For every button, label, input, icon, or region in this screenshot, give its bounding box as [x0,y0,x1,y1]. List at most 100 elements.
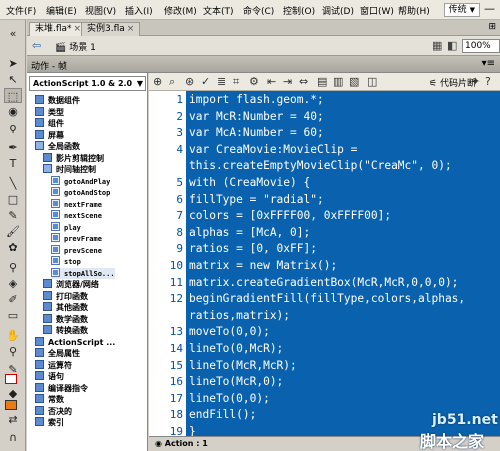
code-snippets-button[interactable]: ⚟ 代码片断 [429,76,476,89]
menu-commands[interactable]: 命令(C) [243,4,274,17]
code-line[interactable]: moveTo(0,0); [189,325,270,338]
subselection-tool-icon[interactable]: ↖ [4,72,22,87]
tab-doc-1[interactable]: 末堆.fla* × [29,22,88,36]
eyedropper-tool-icon[interactable]: ✐ [4,292,22,307]
tree-category-item[interactable]: 打印函数 [43,290,88,302]
bone-tool-icon[interactable]: ⚲ [4,260,22,275]
minimize-icon[interactable]: — [484,2,495,15]
expand-all-icon[interactable]: ⇔ [299,75,308,88]
menu-text[interactable]: 文本(T) [203,4,234,17]
tree-category-item[interactable]: 常数 [35,394,64,405]
text-tool-icon[interactable]: T [4,156,22,171]
actionscript-version-select[interactable]: ActionScript 1.0 & 2.0 ▼ [29,76,146,91]
code-line[interactable]: this.createEmptyMovieClip("CreaMc", 0); [189,159,452,172]
code-line[interactable]: var McA:Number = 60; [189,126,324,139]
tree-category-item[interactable]: 数学函数 [43,313,88,325]
auto-format-icon[interactable]: ≣ [217,75,226,88]
code-line[interactable]: ratios,matrix); [189,309,290,322]
insert-target-path-icon[interactable]: ⊛ [185,75,194,88]
fill-color-icon[interactable]: ◆ [4,386,22,401]
tree-category-item[interactable]: 其他函数 [43,302,88,313]
code-line[interactable]: lineTo(McR,0); [189,375,283,388]
code-line[interactable]: import flash.geom.*; [189,93,324,106]
tree-category-item[interactable]: 类型 [35,106,64,118]
eraser-tool-icon[interactable]: ▭ [4,308,22,323]
3d-rotation-tool-icon[interactable]: ◉ [4,104,22,119]
tree-function-item[interactable]: stop [51,256,81,267]
tree-category-item[interactable]: 全局函数 [35,141,80,152]
swap-colors-icon[interactable]: ⇄ [4,412,22,427]
collapse-selection-icon[interactable]: ⇥ [283,75,292,88]
code-editor[interactable]: import flash.geom.*; var McR:Number = 40;… [186,91,500,436]
code-line[interactable]: beginGradientFill(fillType,colors,alphas… [189,292,465,305]
edit-symbols-icon[interactable]: ◧ [447,39,457,52]
pencil-tool-icon[interactable]: ✎ [4,208,22,223]
code-line[interactable]: matrix = new Matrix(); [189,259,337,272]
add-item-icon[interactable]: ⊕ [153,75,162,88]
code-line[interactable]: lineTo(0,McR); [189,342,283,355]
free-transform-tool-icon[interactable]: ⬚ [4,88,22,103]
code-line[interactable]: var McR:Number = 40; [189,110,324,123]
edit-scene-icon[interactable]: ▦ [432,39,442,52]
close-icon[interactable]: × [127,24,135,34]
code-line[interactable]: alphas = [McA, 0]; [189,226,310,239]
scene-breadcrumb[interactable]: 🎬 场景 1 [55,40,96,53]
tab-doc-2[interactable]: 实例3.fla × [81,22,141,36]
tree-function-item[interactable]: nextScene [51,210,102,221]
tree-function-item[interactable]: nextFrame [51,198,102,210]
tree-category-item[interactable]: 屏幕 [35,129,64,141]
tree-category-item[interactable]: 索引 [35,417,64,428]
tree-category-item[interactable]: 编译器指令 [35,382,88,394]
tree-category-item[interactable]: 语句 [35,371,64,382]
selection-tool-icon[interactable]: ➤ [4,56,22,71]
tree-category-item[interactable]: 否决的 [35,405,72,417]
lasso-tool-icon[interactable]: ϙ [4,120,22,135]
menu-help[interactable]: 帮助(H) [398,4,430,17]
menu-window[interactable]: 窗口(W) [360,4,394,17]
line-tool-icon[interactable]: ╲ [4,176,22,191]
show-hide-toolbox-icon[interactable]: ◫ [367,75,377,88]
back-arrow-icon[interactable]: ⇦ [32,39,41,52]
menu-file[interactable]: 文件(F) [6,4,36,17]
tree-category-item[interactable]: 组件 [35,118,64,129]
code-line[interactable]: with (CreaMovie) { [189,176,310,189]
menu-view[interactable]: 视图(V) [85,4,116,17]
fill-color-swatch[interactable] [5,400,17,410]
apply-block-comment-icon[interactable]: ▤ [317,75,327,88]
pen-tool-icon[interactable]: ✒ [4,140,22,155]
debug-options-icon[interactable]: ⚙ [249,75,259,88]
deco-tool-icon[interactable]: ✿ [4,240,22,255]
tree-category-item[interactable]: 全局属性 [35,348,80,359]
panel-collapse-icon[interactable]: « [4,26,22,41]
tree-category-item[interactable]: 数据组件 [35,95,80,106]
tree-function-item[interactable]: stopAllSo... [51,267,115,279]
code-line[interactable]: } [189,425,196,436]
help-icon[interactable]: ? [485,75,491,88]
menu-insert[interactable]: 插入(I) [125,4,153,17]
tree-function-item[interactable]: gotoAndPlay [51,175,110,187]
tree-category-item[interactable]: 时间轴控制 [43,164,96,175]
paint-bucket-tool-icon[interactable]: ◈ [4,276,22,291]
hand-tool-icon[interactable]: ✋ [4,328,22,343]
code-line[interactable]: lineTo(0,0); [189,392,270,405]
tree-function-item[interactable]: prevFrame [51,233,102,244]
menu-debug[interactable]: 调试(D) [322,4,354,17]
tree-category-item[interactable]: 浏览器/网络 [43,279,99,290]
tree-category-item[interactable]: 转换函数 [43,325,88,336]
find-icon[interactable]: ⌕ [169,75,175,89]
rectangle-tool-icon[interactable]: □ [4,192,22,207]
check-syntax-icon[interactable]: ✓ [201,75,210,88]
code-line[interactable]: matrix.createGradientBox(McR,McR,0,0,0); [189,276,458,289]
zoom-tool-icon[interactable]: ⚲ [4,344,22,359]
code-hint-icon[interactable]: ⌗ [233,75,239,89]
tree-category-item[interactable]: 运算符 [35,359,72,371]
brush-tool-icon[interactable]: 🖌 [4,224,22,239]
code-line[interactable]: var CreaMovie:MovieClip = [189,143,357,156]
menu-edit[interactable]: 编辑(E) [46,4,77,17]
panel-options-icon[interactable]: ▾≡ [482,58,495,69]
menu-control[interactable]: 控制(O) [283,4,315,17]
remove-comment-icon[interactable]: ▧ [349,75,359,88]
collapse-between-braces-icon[interactable]: ⇤ [267,75,276,88]
tree-function-item[interactable]: prevScene [51,244,102,256]
tree-category-item[interactable]: ActionScript ... [35,336,115,348]
